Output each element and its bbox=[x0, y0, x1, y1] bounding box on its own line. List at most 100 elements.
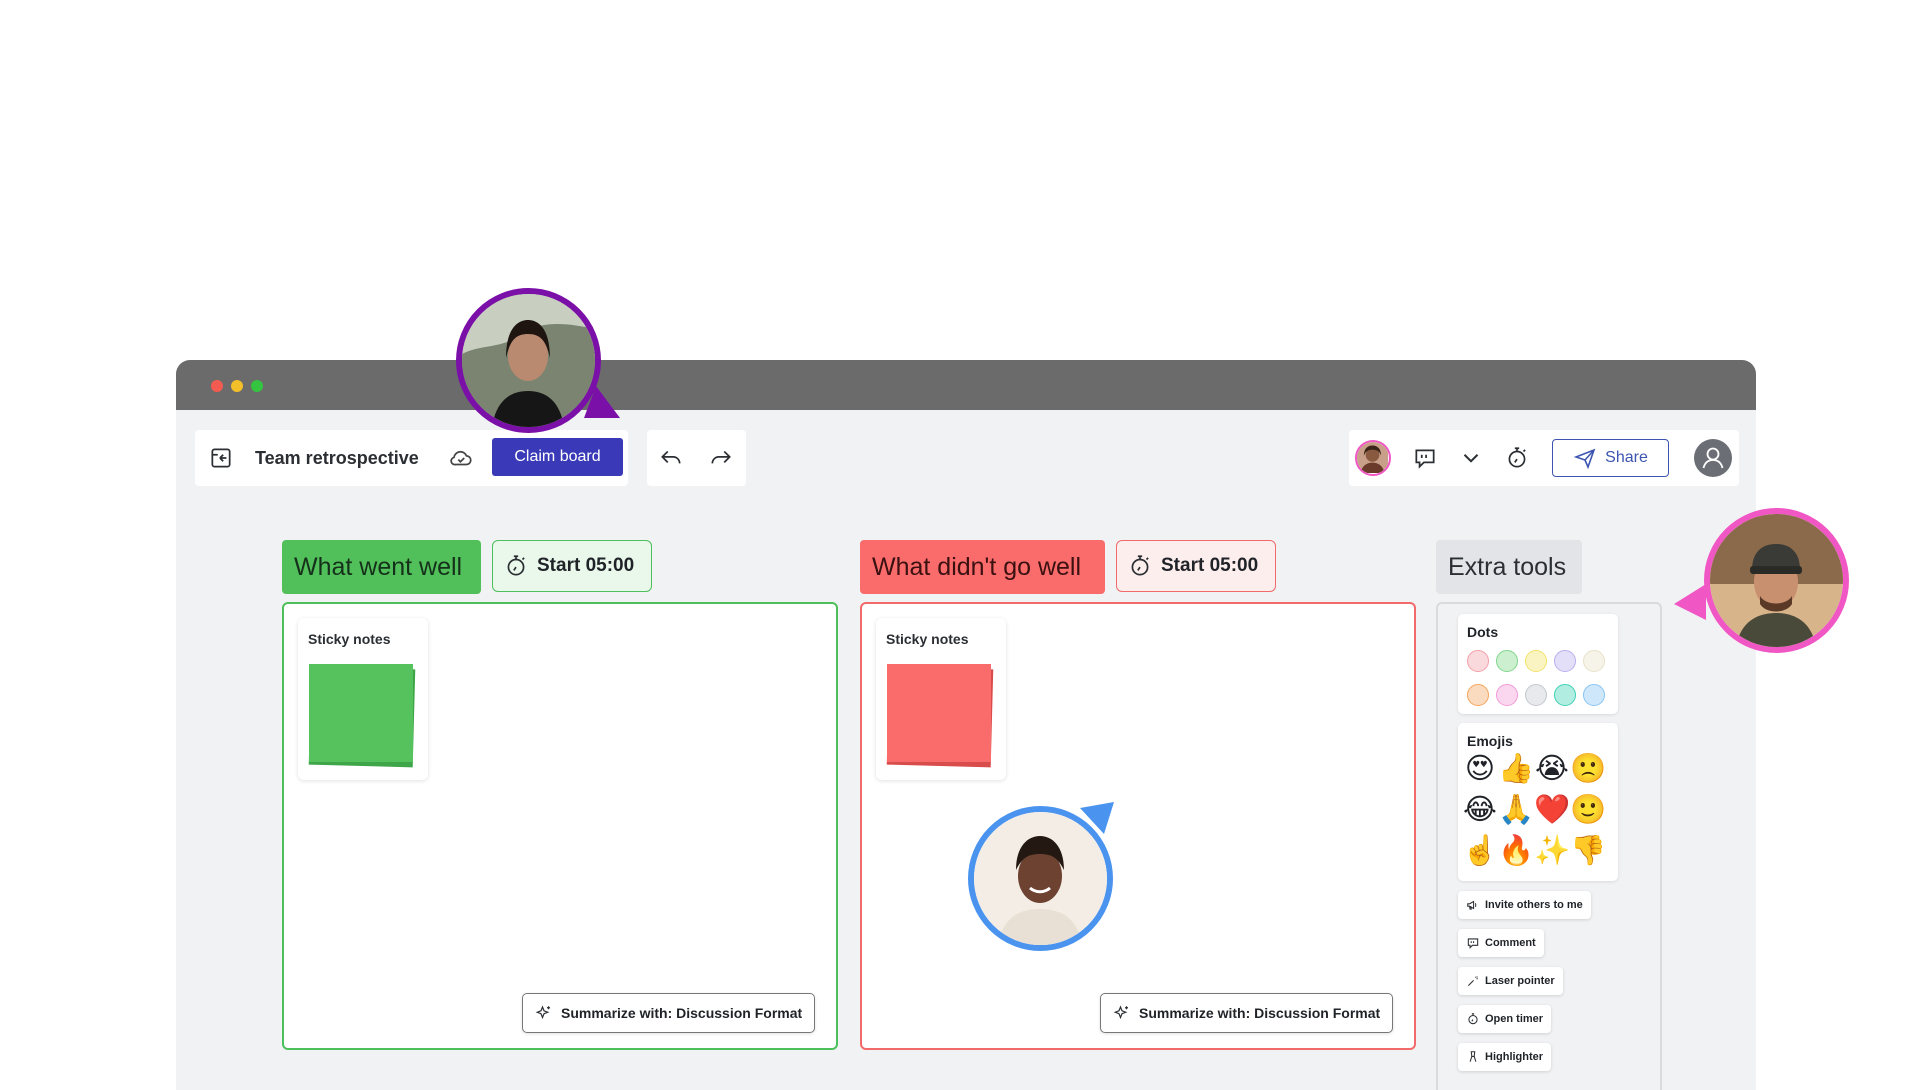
dots-card: Dots bbox=[1458, 614, 1618, 714]
back-to-boards-button[interactable] bbox=[203, 440, 239, 476]
color-dot[interactable] bbox=[1583, 650, 1605, 672]
tool-label: Highlighter bbox=[1485, 1051, 1544, 1063]
tool-invite-others-to-me[interactable]: Invite others to me bbox=[1458, 891, 1591, 919]
chevron-down-icon bbox=[1463, 454, 1479, 463]
close-window-dot[interactable] bbox=[211, 380, 223, 392]
column-title-went-well[interactable]: What went well bbox=[282, 540, 481, 594]
column-area-didnt-go-well[interactable]: Sticky notes Summarize with: Discussion … bbox=[860, 602, 1416, 1050]
sticky-notes-label: Sticky notes bbox=[886, 631, 969, 647]
user-icon bbox=[1702, 447, 1724, 469]
comments-button[interactable] bbox=[1409, 442, 1441, 474]
more-options-dropdown[interactable] bbox=[1455, 442, 1487, 474]
color-dot[interactable] bbox=[1554, 650, 1576, 672]
emoji-reaction[interactable]: 🔥 bbox=[1498, 837, 1534, 866]
board-title[interactable]: Team retrospective bbox=[255, 448, 419, 469]
sticky-notes-label: Sticky notes bbox=[308, 631, 391, 647]
color-dot[interactable] bbox=[1496, 650, 1518, 672]
board-toolbar: Team retrospective Claim board bbox=[195, 430, 628, 486]
quote-bubble-icon bbox=[1415, 449, 1435, 469]
column-title-didnt-go-well[interactable]: What didn't go well bbox=[860, 540, 1105, 594]
color-dot[interactable] bbox=[1525, 684, 1547, 706]
sparkle-icon bbox=[535, 1005, 550, 1020]
emoji-reaction[interactable]: ☝️ bbox=[1462, 837, 1498, 866]
user-account-button[interactable] bbox=[1694, 439, 1732, 477]
column-timer-went-well[interactable]: Start 05:00 bbox=[492, 540, 652, 592]
share-button[interactable]: Share bbox=[1552, 439, 1669, 477]
emoji-reaction[interactable]: 😍 bbox=[1462, 755, 1498, 784]
timer-label: Start 05:00 bbox=[1161, 555, 1259, 576]
maximize-window-dot[interactable] bbox=[251, 380, 263, 392]
color-dot[interactable] bbox=[1554, 684, 1576, 706]
tool-laser-pointer[interactable]: Laser pointer bbox=[1458, 967, 1563, 995]
comment-icon bbox=[1467, 938, 1479, 949]
minimize-window-dot[interactable] bbox=[231, 380, 243, 392]
red-sticky-note-stack[interactable] bbox=[885, 662, 995, 768]
tool-label: Open timer bbox=[1485, 1013, 1544, 1025]
timer-label: Start 05:00 bbox=[537, 555, 635, 576]
color-dot[interactable] bbox=[1467, 684, 1489, 706]
redo-button[interactable] bbox=[705, 442, 737, 474]
summarize-label: Summarize with: Discussion Format bbox=[561, 1005, 803, 1021]
redo-icon bbox=[711, 450, 731, 464]
emoji-reaction[interactable]: 🙂 bbox=[1570, 796, 1606, 825]
window-titlebar bbox=[176, 360, 1756, 410]
sticky-notes-card[interactable]: Sticky notes bbox=[876, 618, 1006, 780]
collaborator-avatar-2[interactable] bbox=[968, 806, 1113, 951]
participant-photo bbox=[1357, 442, 1388, 473]
exit-board-icon bbox=[211, 448, 231, 468]
browser-window: Team retrospective Claim board Share Wha… bbox=[176, 360, 1756, 1090]
stopwatch-icon bbox=[507, 555, 525, 576]
tool-label: Laser pointer bbox=[1485, 975, 1555, 987]
undo-icon bbox=[661, 450, 681, 464]
timer-button[interactable] bbox=[1501, 442, 1533, 474]
color-dot[interactable] bbox=[1467, 650, 1489, 672]
summarize-button-went-well[interactable]: Summarize with: Discussion Format bbox=[522, 993, 816, 1033]
emoji-reaction[interactable]: 🙁 bbox=[1570, 755, 1606, 784]
color-dot[interactable] bbox=[1525, 650, 1547, 672]
timer-icon bbox=[1468, 1013, 1478, 1025]
collaborator-photo bbox=[462, 294, 595, 427]
emoji-reaction[interactable]: 🙏 bbox=[1498, 796, 1534, 825]
emoji-reaction[interactable]: 👎 bbox=[1570, 837, 1606, 866]
collaborator-avatar-1[interactable] bbox=[456, 288, 601, 433]
emoji-reaction[interactable]: ❤️ bbox=[1534, 796, 1570, 825]
sparkle-icon bbox=[1113, 1005, 1128, 1020]
tool-open-timer[interactable]: Open timer bbox=[1458, 1005, 1552, 1033]
emoji-reaction[interactable]: 😂 bbox=[1462, 796, 1498, 825]
cloud-saved-button[interactable] bbox=[445, 442, 477, 474]
emoji-reaction[interactable]: 👍 bbox=[1498, 755, 1534, 784]
collaborator-photo bbox=[974, 812, 1107, 945]
color-dot[interactable] bbox=[1496, 684, 1518, 706]
cloud-check-icon bbox=[450, 450, 472, 466]
emoji-reaction[interactable]: 😭 bbox=[1534, 755, 1570, 784]
dots-title: Dots bbox=[1467, 624, 1499, 640]
column-timer-didnt-go-well[interactable]: Start 05:00 bbox=[1116, 540, 1276, 592]
emojis-card: Emojis 😍 👍 😭 🙁 😂 🙏 ❤️ 🙂 ☝️ 🔥 ✨ 👎 bbox=[1458, 723, 1618, 881]
participant-avatar[interactable] bbox=[1355, 440, 1391, 476]
summarize-button-didnt-go-well[interactable]: Summarize with: Discussion Format bbox=[1100, 993, 1394, 1033]
green-sticky-note-stack[interactable] bbox=[307, 662, 417, 768]
highlighter-icon bbox=[1469, 1051, 1477, 1062]
undo-button[interactable] bbox=[655, 442, 687, 474]
column-area-went-well[interactable]: Sticky notes Summarize with: Discussion … bbox=[282, 602, 838, 1050]
laser-pointer-icon bbox=[1467, 976, 1478, 987]
color-dot[interactable] bbox=[1583, 684, 1605, 706]
collaborator-avatar-3[interactable] bbox=[1704, 508, 1849, 653]
tool-highlighter[interactable]: Highlighter bbox=[1458, 1043, 1552, 1071]
collaboration-toolbar: Share bbox=[1349, 430, 1739, 486]
tool-comment[interactable]: Comment bbox=[1458, 929, 1544, 957]
sticky-notes-card[interactable]: Sticky notes bbox=[298, 618, 428, 780]
paper-plane-icon bbox=[1573, 448, 1596, 470]
megaphone-icon bbox=[1467, 900, 1477, 910]
collaborator-photo bbox=[1710, 514, 1843, 647]
extra-tools-title: Extra tools bbox=[1436, 540, 1582, 594]
claim-board-button[interactable]: Claim board bbox=[492, 438, 623, 476]
emoji-reaction[interactable]: ✨ bbox=[1534, 837, 1570, 866]
summarize-label: Summarize with: Discussion Format bbox=[1139, 1005, 1381, 1021]
history-toolbar bbox=[647, 430, 746, 486]
tool-label: Invite others to me bbox=[1485, 899, 1583, 911]
share-label: Share bbox=[1605, 449, 1648, 466]
extra-tools-panel: Dots Emojis 😍 👍 😭 🙁 😂 🙏 ❤️ 🙂 ☝️ 🔥 ✨ 👎 Invite others… bbox=[1436, 602, 1662, 1090]
emojis-title: Emojis bbox=[1467, 733, 1513, 749]
tool-label: Comment bbox=[1485, 937, 1536, 949]
